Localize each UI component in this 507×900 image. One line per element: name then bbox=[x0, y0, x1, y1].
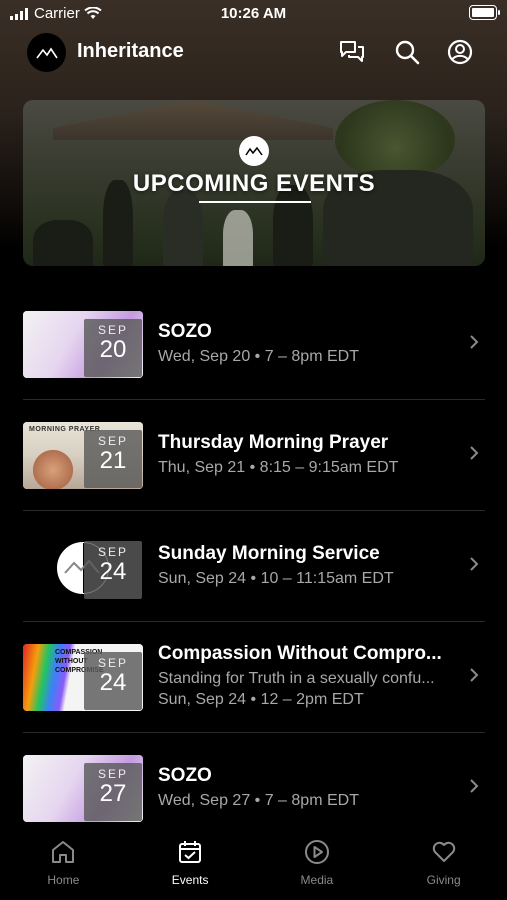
battery-icon bbox=[469, 5, 500, 20]
event-row-sozo-sep-20[interactable]: SEP 20 SOZO Wed, Sep 20 • 7 – 8pm EDT bbox=[0, 289, 507, 400]
banner-crowd bbox=[33, 220, 93, 266]
event-thumbnail: SEP 24 bbox=[23, 533, 143, 600]
event-row-morning-prayer[interactable]: MORNING PRAYER SEP 21 Thursday Morning P… bbox=[0, 400, 507, 511]
event-thumbnail: MORNING PRAYER SEP 21 bbox=[23, 422, 143, 489]
app-header: Inheritance bbox=[0, 30, 507, 76]
app-title: Inheritance bbox=[77, 40, 184, 62]
date-badge: SEP 24 bbox=[84, 541, 142, 599]
chat-icon[interactable] bbox=[338, 38, 366, 66]
banner-title: UPCOMING EVENTS bbox=[132, 170, 376, 197]
event-text: SOZO Wed, Sep 20 • 7 – 8pm EDT bbox=[158, 321, 467, 366]
upcoming-events-banner[interactable]: UPCOMING EVENTS bbox=[23, 100, 485, 266]
status-right bbox=[469, 5, 500, 20]
tab-label: Giving bbox=[426, 873, 461, 887]
date-month: SEP bbox=[97, 656, 128, 670]
event-title: Thursday Morning Prayer bbox=[158, 432, 389, 453]
date-day: 27 bbox=[99, 780, 127, 807]
date-day: 21 bbox=[99, 447, 127, 474]
event-row-compassion[interactable]: COMPASSION WITHOUT COMPROMISE SEP 24 Com… bbox=[0, 622, 507, 733]
event-text: Thursday Morning Prayer Thu, Sep 21 • 8:… bbox=[158, 432, 467, 477]
event-description: Standing for Truth in a sexually confu..… bbox=[158, 670, 435, 687]
chevron-right-icon bbox=[470, 446, 479, 460]
event-text: SOZO Wed, Sep 27 • 7 – 8pm EDT bbox=[158, 765, 467, 810]
tab-bar: Home Events Media Giving bbox=[0, 828, 507, 900]
event-text: Compassion Without Compro... Standing fo… bbox=[158, 643, 467, 709]
status-bar: Carrier 10:26 AM bbox=[0, 0, 507, 30]
date-day: 24 bbox=[99, 669, 127, 696]
raised-hands bbox=[33, 450, 73, 489]
mountain-logo-icon bbox=[35, 47, 58, 58]
chevron-right-icon bbox=[470, 335, 479, 349]
home-icon bbox=[52, 841, 75, 863]
tab-events[interactable]: Events bbox=[127, 828, 254, 900]
tab-home[interactable]: Home bbox=[0, 828, 127, 900]
banner-underline bbox=[199, 201, 311, 203]
date-badge: SEP 27 bbox=[84, 763, 142, 821]
tab-media[interactable]: Media bbox=[254, 828, 381, 900]
event-title: SOZO bbox=[158, 765, 212, 786]
date-month: SEP bbox=[97, 767, 128, 781]
event-datetime: Thu, Sep 21 • 8:15 – 9:15am EDT bbox=[158, 459, 399, 476]
date-month: SEP bbox=[97, 545, 128, 559]
banner-logo-icon bbox=[239, 136, 269, 166]
chevron-right-icon bbox=[470, 668, 479, 682]
banner-crowd bbox=[163, 190, 203, 266]
tab-label: Home bbox=[47, 873, 80, 887]
event-thumbnail: SEP 27 bbox=[23, 755, 143, 822]
event-title: Sunday Morning Service bbox=[158, 543, 380, 564]
event-text: Sunday Morning Service Sun, Sep 24 • 10 … bbox=[158, 543, 467, 588]
church-logo[interactable] bbox=[27, 33, 66, 72]
play-icon bbox=[304, 840, 329, 864]
date-month: SEP bbox=[97, 434, 128, 448]
date-badge: SEP 20 bbox=[84, 319, 142, 377]
event-datetime: Sun, Sep 24 • 12 – 2pm EDT bbox=[158, 691, 364, 708]
banner-trees bbox=[335, 100, 455, 180]
banner-pavilion-roof bbox=[53, 100, 333, 140]
profile-icon[interactable] bbox=[446, 38, 474, 66]
heart-icon bbox=[432, 841, 455, 862]
tab-giving[interactable]: Giving bbox=[380, 828, 507, 900]
date-badge: SEP 21 bbox=[84, 430, 142, 488]
date-badge: SEP 24 bbox=[84, 652, 142, 710]
event-datetime: Wed, Sep 27 • 7 – 8pm EDT bbox=[158, 792, 359, 809]
event-title: Compassion Without Compro... bbox=[158, 643, 442, 664]
event-datetime: Sun, Sep 24 • 10 – 11:15am EDT bbox=[158, 570, 394, 587]
date-month: SEP bbox=[97, 323, 128, 337]
event-thumbnail: COMPASSION WITHOUT COMPROMISE SEP 24 bbox=[23, 644, 143, 711]
status-time: 10:26 AM bbox=[220, 5, 287, 22]
date-day: 24 bbox=[99, 558, 127, 585]
event-row-sunday-service[interactable]: SEP 24 Sunday Morning Service Sun, Sep 2… bbox=[0, 511, 507, 622]
calendar-icon bbox=[179, 841, 202, 863]
event-datetime: Wed, Sep 20 • 7 – 8pm EDT bbox=[158, 348, 359, 365]
event-list: SEP 20 SOZO Wed, Sep 20 • 7 – 8pm EDT MO… bbox=[0, 289, 507, 844]
tab-label: Events bbox=[171, 873, 209, 887]
chevron-right-icon bbox=[470, 557, 479, 571]
tab-label: Media bbox=[300, 873, 334, 887]
event-thumbnail: SEP 20 bbox=[23, 311, 143, 378]
banner-crowd bbox=[223, 210, 253, 266]
chevron-right-icon bbox=[470, 779, 479, 793]
search-icon[interactable] bbox=[393, 38, 421, 66]
event-title: SOZO bbox=[158, 321, 212, 342]
date-day: 20 bbox=[99, 336, 127, 363]
